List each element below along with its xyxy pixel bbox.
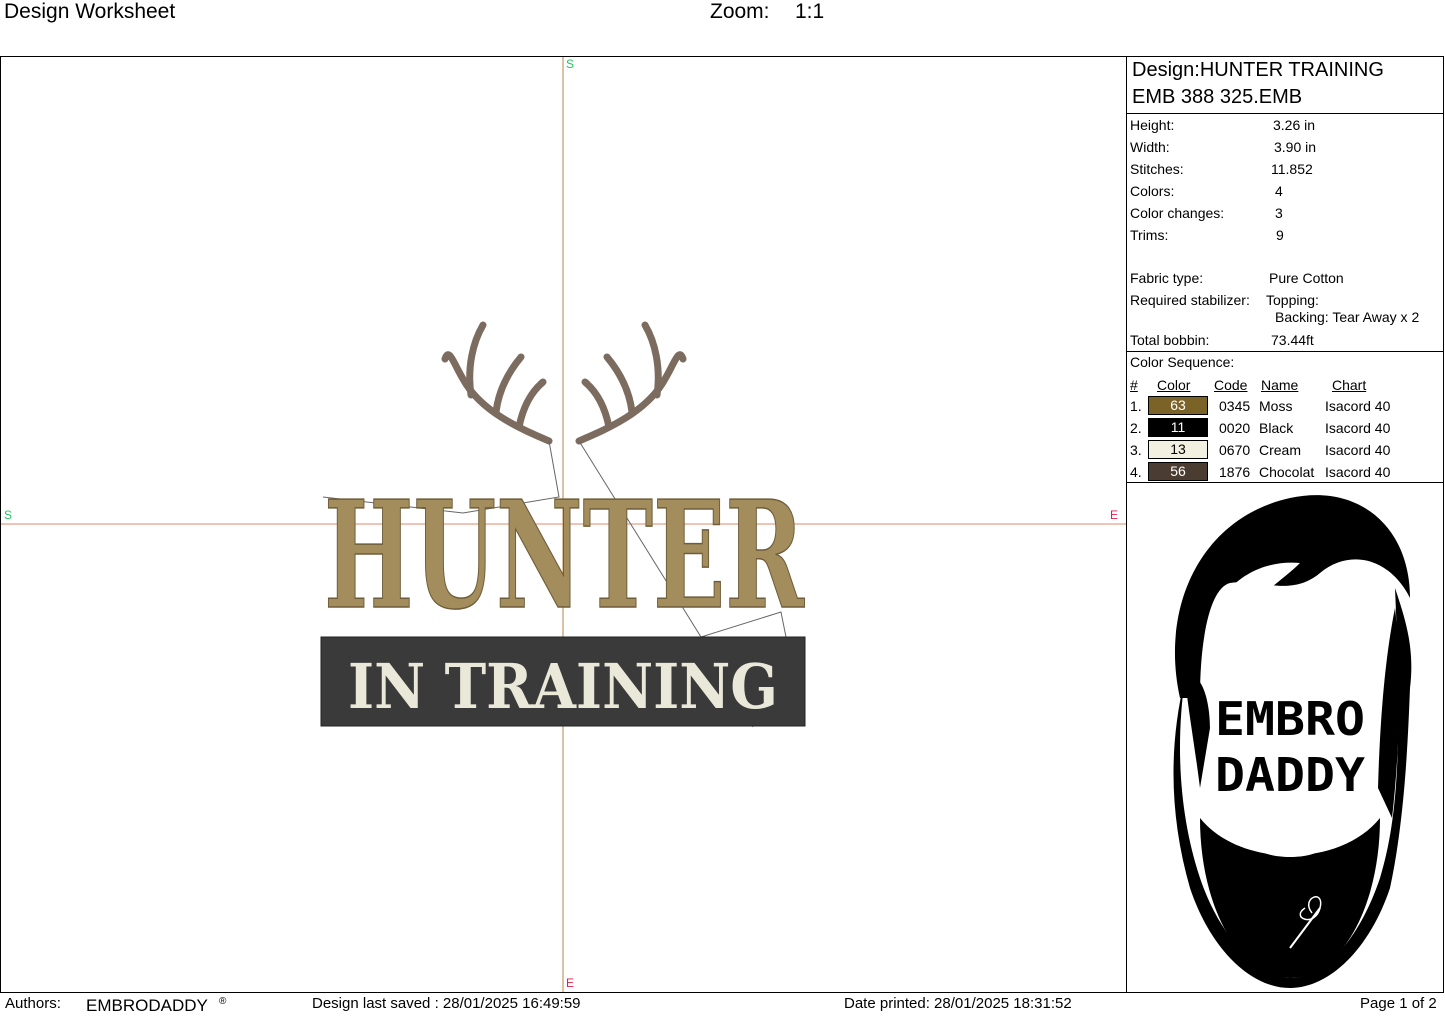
divider: [1127, 482, 1444, 483]
zoom-label: Zoom:: [710, 0, 770, 23]
stat-value: 3: [1275, 205, 1283, 221]
seq-header-chart: Chart: [1332, 377, 1367, 393]
color-swatch: 13: [1148, 440, 1208, 459]
stat-value: 3.90 in: [1274, 139, 1317, 155]
stat-value: 4: [1275, 183, 1283, 199]
panel-divider: [1126, 57, 1127, 992]
color-swatch: 11: [1148, 418, 1208, 437]
authors-value: EMBRODADDY: [86, 996, 208, 1015]
stat-value: 9: [1276, 227, 1284, 243]
seq-row-number: 4.: [1130, 464, 1142, 480]
axis-marker-right: E: [1110, 508, 1119, 522]
antlers-icon: [441, 321, 687, 445]
design-text-in-training: IN TRAINING: [348, 650, 778, 723]
stat-label: Stitches:: [1130, 161, 1184, 177]
seq-row-number: 3.: [1130, 442, 1142, 458]
date-printed: Date printed: 28/01/2025 18:31:52: [844, 995, 1072, 1012]
design-name: Design:HUNTER TRAINING: [1132, 59, 1384, 81]
color-swatch: 63: [1148, 396, 1208, 415]
seq-header-num: #: [1130, 377, 1138, 393]
bobbin-value: 73.44ft: [1271, 332, 1314, 348]
stat-label: Trims:: [1130, 227, 1169, 243]
fabric-label: Fabric type:: [1130, 270, 1204, 286]
divider: [1127, 351, 1444, 352]
seq-code: 0670: [1219, 442, 1251, 458]
stat-label: Width:: [1130, 139, 1170, 155]
topping-value: Topping:: [1266, 292, 1319, 308]
last-saved: Design last saved : 28/01/2025 16:49:59: [312, 995, 581, 1012]
bobbin-label: Total bobbin:: [1130, 332, 1210, 348]
seq-chart: Isacord 40: [1325, 420, 1391, 436]
divider: [1127, 113, 1444, 114]
stat-label: Colors:: [1130, 183, 1175, 199]
stat-label: Height:: [1130, 117, 1175, 133]
logo-line2: DADDY: [1215, 748, 1365, 802]
color-sequence-title: Color Sequence:: [1130, 354, 1235, 370]
design-preview: HUNTER IN TRAINING: [1, 57, 1126, 992]
seq-name: Black: [1259, 420, 1294, 436]
stat-value: 3.26 in: [1273, 117, 1316, 133]
seq-row-number: 2.: [1130, 420, 1142, 436]
seq-code: 1876: [1219, 464, 1251, 480]
stabilizer-label: Required stabilizer:: [1130, 292, 1250, 308]
backing-value: Backing: Tear Away x 2: [1275, 309, 1420, 325]
seq-header-color: Color: [1157, 377, 1191, 393]
seq-chart: Isacord 40: [1325, 398, 1391, 414]
seq-header-name: Name: [1261, 377, 1299, 393]
logo-line1: EMBRO: [1215, 692, 1365, 746]
axis-marker-bottom: E: [566, 976, 575, 990]
page-title: Design Worksheet: [4, 0, 176, 23]
seq-name: Cream: [1259, 442, 1302, 458]
seq-name: Chocolat: [1259, 464, 1315, 480]
design-text-hunter: HUNTER: [324, 468, 805, 642]
page-number: Page 1 of 2: [1360, 995, 1437, 1012]
authors-label: Authors:: [5, 995, 61, 1012]
seq-code: 0345: [1219, 398, 1251, 414]
seq-chart: Isacord 40: [1325, 442, 1391, 458]
color-swatch: 56: [1148, 462, 1208, 481]
stat-label: Color changes:: [1130, 205, 1225, 221]
stat-value: 11.852: [1271, 161, 1313, 177]
axis-marker-top: S: [566, 57, 575, 71]
design-file-name: EMB 388 325.EMB: [1132, 86, 1303, 108]
seq-header-code: Code: [1214, 377, 1248, 393]
seq-row-number: 1.: [1130, 398, 1142, 414]
seq-chart: Isacord 40: [1325, 464, 1391, 480]
embrodaddy-logo: EMBRO DADDY: [1173, 495, 1412, 988]
fabric-value: Pure Cotton: [1269, 270, 1344, 286]
design-canvas[interactable]: HUNTER IN TRAINING S E S E: [1, 57, 1126, 992]
axis-marker-left: S: [4, 508, 13, 522]
registered-mark: ®: [219, 996, 227, 1007]
zoom-value[interactable]: 1:1: [795, 0, 824, 24]
seq-name: Moss: [1259, 398, 1293, 414]
seq-code: 0020: [1219, 420, 1251, 436]
